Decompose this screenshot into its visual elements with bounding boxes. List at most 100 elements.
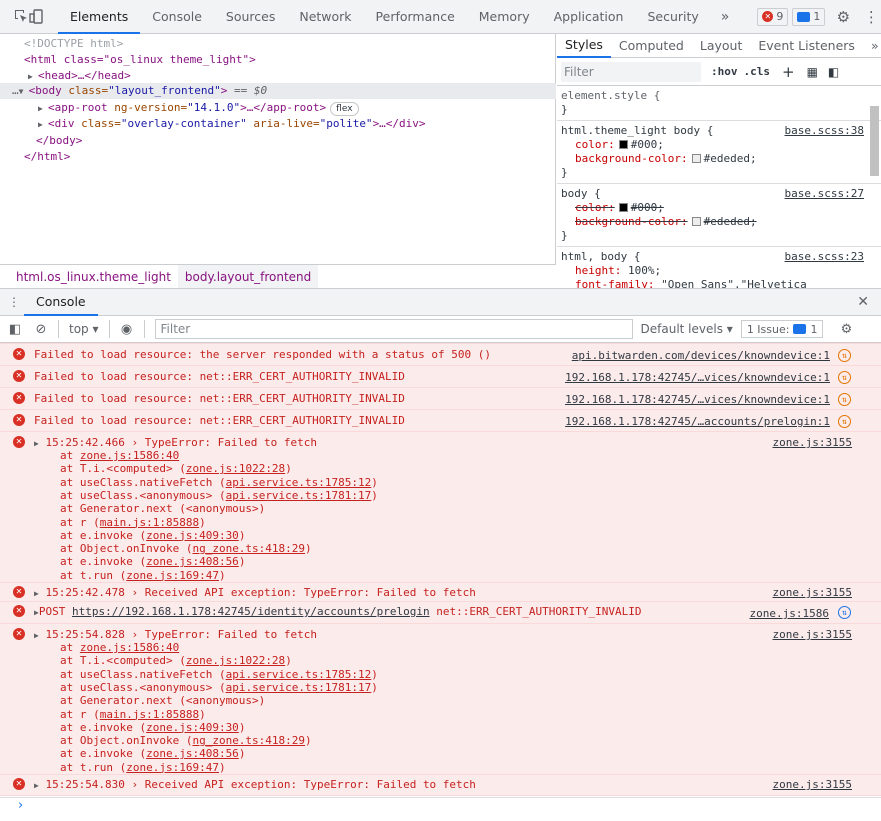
tab-computed[interactable]: Computed xyxy=(611,34,692,58)
frame-source-link[interactable]: api.service.ts:1781:17 xyxy=(226,681,372,694)
network-request-icon[interactable]: ⇅ xyxy=(838,349,851,362)
tab-performance[interactable]: Performance xyxy=(364,0,467,34)
message-source-link[interactable]: zone.js:3155 xyxy=(773,586,852,599)
flex-badge[interactable]: flex xyxy=(330,102,359,116)
console-error-stacktrace[interactable]: ✕ ▶ 15:25:54.828 › TypeError: Failed to … xyxy=(0,623,881,774)
kebab-menu-icon[interactable]: ⋮ xyxy=(857,0,881,34)
console-error-message[interactable]: ✕ Failed to load resource: the server re… xyxy=(0,343,881,365)
message-source-link[interactable]: zone.js:3155 xyxy=(773,436,852,449)
console-settings-gear-icon[interactable]: ⚙ xyxy=(833,322,859,337)
cls-toggle[interactable]: .cls xyxy=(744,65,771,78)
prop-value[interactable]: #000; xyxy=(631,138,664,151)
frame-source-link[interactable]: api.service.ts:1785:12 xyxy=(226,476,372,489)
styles-scrollbar[interactable] xyxy=(870,106,879,288)
style-rule-theme-light-body[interactable]: html.theme_light body { base.scss:38 col… xyxy=(557,121,881,184)
prop-value[interactable]: "Open Sans","Helvetica xyxy=(661,278,807,288)
tab-layout[interactable]: Layout xyxy=(692,34,751,58)
head-node[interactable]: ▶ <head>…</head> xyxy=(28,68,131,84)
drawer-tab-console[interactable]: Console xyxy=(24,289,98,316)
clear-console-icon[interactable]: ⊘ xyxy=(28,322,54,337)
console-error-message[interactable]: ✕ ▶ 15:25:54.830 › Received API exceptio… xyxy=(0,774,881,796)
expand-triangle-icon[interactable]: ▶ xyxy=(34,439,39,448)
console-error-message[interactable]: ✕ Failed to load resource: net::ERR_CERT… xyxy=(0,387,881,409)
hov-toggle[interactable]: :hov xyxy=(711,65,738,78)
frame-source-link[interactable]: ng_zone.ts:418:29 xyxy=(192,734,305,747)
prop-name[interactable]: background-color: xyxy=(575,152,688,165)
prop-name[interactable]: font-family: xyxy=(575,278,654,288)
tab-memory[interactable]: Memory xyxy=(467,0,542,34)
live-expression-eye-icon[interactable]: ◉ xyxy=(114,322,140,337)
frame-source-link[interactable]: zone.js:1022:28 xyxy=(186,654,285,667)
prop-value[interactable]: #ededed; xyxy=(704,152,757,165)
collapse-triangle-icon[interactable]: ▼ xyxy=(19,84,29,100)
more-sidebar-tabs-button[interactable]: » xyxy=(863,34,881,58)
expand-triangle-icon[interactable]: ▶ xyxy=(38,101,48,117)
settings-gear-icon[interactable]: ⚙ xyxy=(829,0,857,34)
color-swatch-icon[interactable] xyxy=(618,140,628,149)
prop-name[interactable]: height: xyxy=(575,264,621,277)
network-request-icon[interactable]: ⇅ xyxy=(838,606,851,619)
new-style-rule-icon[interactable]: + xyxy=(782,63,795,81)
styles-filter-input[interactable]: Filter xyxy=(561,61,701,82)
console-error-message[interactable]: ✕ ▶ 15:25:42.478 › Received API exceptio… xyxy=(0,582,881,601)
frame-source-link[interactable]: zone.js:1586:40 xyxy=(80,449,179,462)
breadcrumb-body[interactable]: body.layout_frontend xyxy=(177,265,319,288)
frame-source-link[interactable]: main.js:1:85888 xyxy=(100,516,199,529)
drawer-menu-icon[interactable]: ⋮ xyxy=(8,295,20,309)
tab-event-listeners[interactable]: Event Listeners xyxy=(750,34,863,58)
scrollbar-thumb[interactable] xyxy=(870,106,879,176)
tab-application[interactable]: Application xyxy=(542,0,636,34)
style-rule-element[interactable]: element.style { } xyxy=(557,86,881,121)
context-selector[interactable]: top ▾ xyxy=(63,322,105,336)
body-close-node[interactable]: </body> xyxy=(36,133,82,149)
frame-source-link[interactable]: zone.js:408:56 xyxy=(146,747,239,760)
doctype-node[interactable]: <!DOCTYPE html> xyxy=(24,36,123,52)
prop-value[interactable]: #ededed; xyxy=(704,215,757,228)
network-request-icon[interactable]: ⇅ xyxy=(838,415,851,428)
message-source-link[interactable]: 192.168.1.178:42745/…vices/knowndevice:1 xyxy=(565,393,830,406)
errors-badge[interactable]: ✕ 9 xyxy=(757,7,789,26)
body-node-selected[interactable]: …▼ <body class="layout_frontend"> == $0 xyxy=(0,83,556,99)
close-drawer-icon[interactable]: ✕ xyxy=(857,294,869,310)
frame-source-link[interactable]: api.service.ts:1785:12 xyxy=(226,668,372,681)
tab-elements[interactable]: Elements xyxy=(58,0,141,34)
paint-brush-icon[interactable]: ▦ xyxy=(807,65,818,79)
style-rule-body[interactable]: body { base.scss:27 color: #000; backgrou… xyxy=(557,184,881,247)
tab-network[interactable]: Network xyxy=(287,0,363,34)
prop-name[interactable]: color: xyxy=(575,201,615,214)
console-filter-input[interactable]: Filter xyxy=(154,319,633,339)
color-swatch-icon[interactable] xyxy=(691,154,701,163)
message-source-link[interactable]: zone.js:3155 xyxy=(773,628,852,641)
more-tabs-button[interactable]: » xyxy=(711,9,740,25)
message-source-link[interactable]: api.bitwarden.com/devices/knowndevice:1 xyxy=(572,349,830,362)
inspect-element-icon[interactable] xyxy=(14,0,29,34)
tab-styles[interactable]: Styles xyxy=(557,34,611,58)
request-url-link[interactable]: https://192.168.1.178:42745/identity/acc… xyxy=(72,605,430,618)
frame-source-link[interactable]: main.js:1:85888 xyxy=(100,708,199,721)
expand-triangle-icon[interactable]: ▶ xyxy=(34,631,39,640)
console-error-network[interactable]: ✕ ▶POST https://192.168.1.178:42745/iden… xyxy=(0,601,881,623)
app-root-node[interactable]: ▶ <app-root ng-version="14.1.0">…</app-ro… xyxy=(38,100,359,116)
log-levels-dropdown[interactable]: Default levels ▾ xyxy=(641,322,733,336)
show-sidebar-icon[interactable]: ◧ xyxy=(2,322,28,337)
console-prompt-input[interactable]: › xyxy=(0,797,881,821)
frame-source-link[interactable]: ng_zone.ts:418:29 xyxy=(192,542,305,555)
message-source-link[interactable]: 192.168.1.178:42745/…vices/knowndevice:1 xyxy=(565,371,830,384)
prop-value[interactable]: #000; xyxy=(631,201,664,214)
frame-source-link[interactable]: zone.js:409:30 xyxy=(146,721,239,734)
console-error-message[interactable]: ✕ Failed to load resource: net::ERR_CERT… xyxy=(0,409,881,431)
frame-source-link[interactable]: api.service.ts:1781:17 xyxy=(226,489,372,502)
prop-name[interactable]: color: xyxy=(575,138,615,151)
messages-badge[interactable]: 1 xyxy=(792,7,826,26)
expand-triangle-icon[interactable]: ▶ xyxy=(38,117,48,133)
prop-name[interactable]: background-color: xyxy=(575,215,688,228)
style-rule-html-body[interactable]: html, body { base.scss:23 height: 100%; … xyxy=(557,247,881,288)
overlay-container-node[interactable]: ▶ <div class="overlay-container" aria-liv… xyxy=(38,116,426,132)
expand-triangle-icon[interactable]: ▶ xyxy=(34,781,39,790)
frame-source-link[interactable]: zone.js:1022:28 xyxy=(186,462,285,475)
console-error-message[interactable]: ✕ Failed to load resource: net::ERR_CERT… xyxy=(0,365,881,387)
color-swatch-icon[interactable] xyxy=(618,203,628,212)
tab-security[interactable]: Security xyxy=(635,0,710,34)
console-error-stacktrace[interactable]: ✕ ▶ 15:25:42.466 › TypeError: Failed to … xyxy=(0,431,881,582)
message-source-link[interactable]: 192.168.1.178:42745/…accounts/prelogin:1 xyxy=(565,415,830,428)
